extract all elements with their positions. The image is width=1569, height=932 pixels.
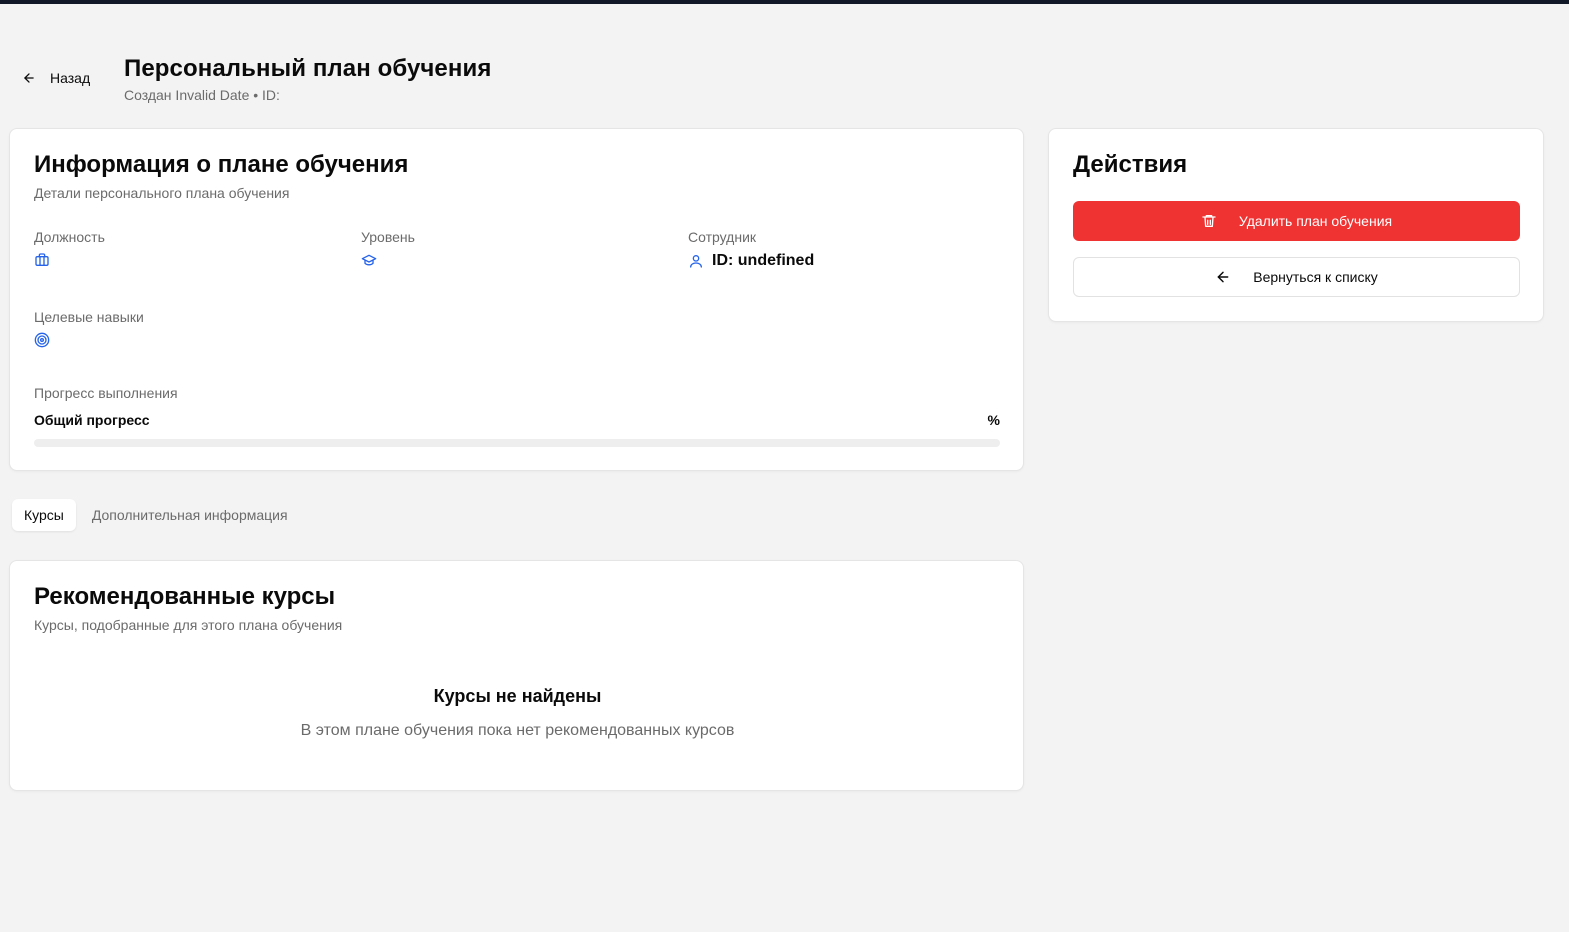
courses-subtitle: Курсы, подобранные для этого плана обуче…	[34, 617, 343, 633]
recommended-courses-card: Рекомендованные курсы Курсы, подобранные…	[9, 560, 1024, 791]
arrow-left-icon	[24, 73, 34, 83]
card-subtitle: Детали персонального плана обучения	[34, 185, 290, 201]
progress-section: Прогресс выполнения	[34, 385, 178, 401]
briefcase-icon	[35, 253, 49, 266]
arrow-left-icon	[1217, 271, 1229, 283]
tab-additional-info[interactable]: Дополнительная информация	[80, 499, 300, 531]
back-button-label: Назад	[50, 70, 91, 86]
employee-id: ID: undefined	[712, 252, 815, 269]
progress-row: Общий прогресс %	[34, 412, 1000, 428]
delete-plan-button[interactable]: Удалить план обучения	[1073, 201, 1520, 241]
graduation-cap-icon	[361, 254, 377, 266]
level-label: Уровень	[361, 229, 415, 245]
level-value	[361, 252, 415, 268]
page-title: Персональный план обучения	[124, 55, 492, 82]
actions-title: Действия	[1073, 151, 1188, 178]
delete-plan-label: Удалить план обучения	[1238, 213, 1393, 229]
user-icon	[690, 254, 702, 268]
progress-label: Прогресс выполнения	[34, 385, 178, 401]
progress-bar	[34, 439, 1000, 447]
skills-label: Целевые навыки	[34, 309, 144, 325]
empty-state-title: Курсы не найдены	[433, 686, 602, 706]
tab-courses[interactable]: Курсы	[12, 499, 76, 531]
skills-field: Целевые навыки	[34, 309, 144, 348]
card-title: Информация о плане обучения	[34, 151, 409, 178]
page-header: Назад Персональный план обучения Создан …	[0, 52, 1040, 112]
courses-title: Рекомендованные курсы	[34, 583, 336, 610]
level-field: Уровень	[361, 229, 415, 268]
return-to-list-label: Вернуться к списку	[1253, 269, 1378, 285]
page-meta: Создан Invalid Date • ID:	[124, 87, 280, 103]
tabs: Курсы Дополнительная информация	[9, 495, 303, 535]
position-label: Должность	[34, 229, 105, 245]
employee-label: Сотрудник	[688, 229, 757, 245]
return-to-list-button[interactable]: Вернуться к списку	[1073, 257, 1520, 297]
empty-state-text: В этом плане обучения пока нет рекомендо…	[300, 722, 735, 739]
employee-value: ID: undefined	[688, 252, 814, 270]
position-field: Должность	[34, 229, 105, 268]
target-icon	[34, 332, 50, 348]
overall-progress-label: Общий прогресс	[34, 412, 150, 428]
top-bar	[0, 0, 1569, 4]
plan-info-card: Информация о плане обучения Детали персо…	[9, 128, 1024, 471]
back-button[interactable]: Назад	[14, 63, 98, 93]
employee-field: Сотрудник ID: undefined	[688, 229, 814, 270]
trash-icon	[1202, 215, 1216, 227]
skills-value	[34, 332, 144, 348]
progress-percent: %	[987, 412, 1000, 428]
actions-card: Действия Удалить план обучения Вернуться…	[1048, 128, 1544, 322]
position-value	[34, 252, 105, 268]
